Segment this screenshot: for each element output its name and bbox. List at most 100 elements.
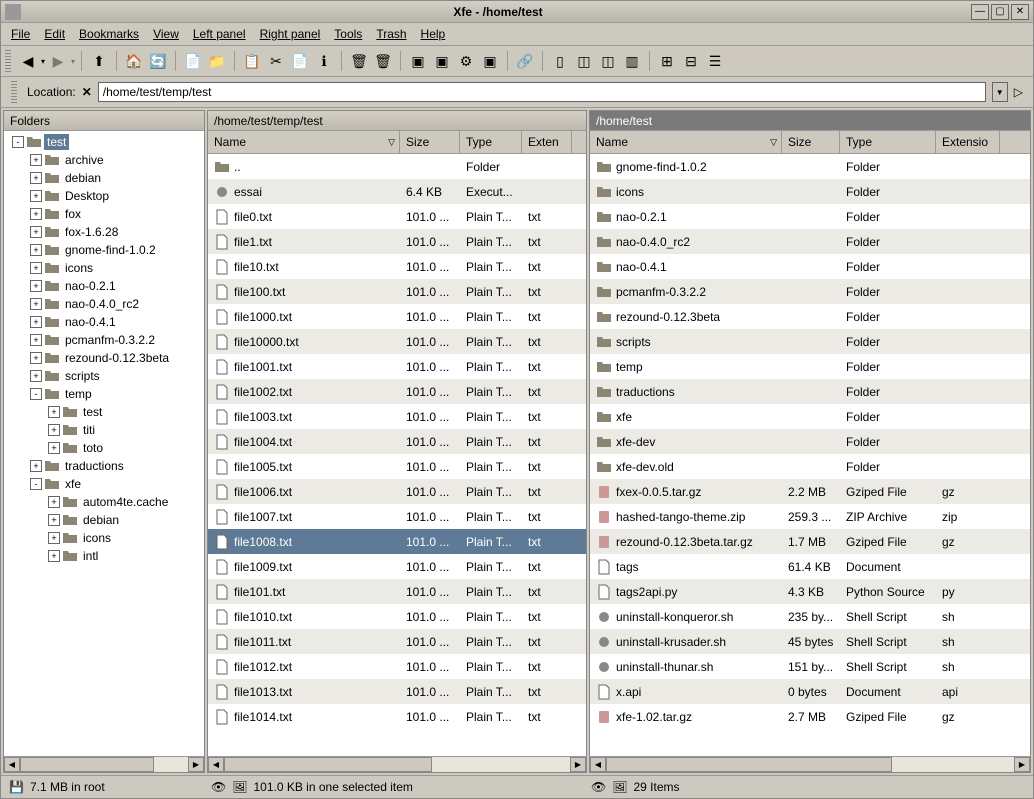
tree-item[interactable]: +icons xyxy=(6,529,202,547)
column-header[interactable]: Type xyxy=(460,131,522,153)
column-header[interactable]: Type xyxy=(840,131,936,153)
left-file-list[interactable]: ..Folderessai6.4 KBExecut...file0.txt101… xyxy=(208,154,586,756)
file-row[interactable]: xfe-devFolder xyxy=(590,429,1030,454)
tree-expander[interactable]: + xyxy=(30,262,42,274)
properties-button[interactable]: ℹ xyxy=(313,50,335,72)
tree-expander[interactable]: + xyxy=(48,496,60,508)
tree-expander[interactable]: + xyxy=(48,406,60,418)
settings-button[interactable]: ⚙ xyxy=(455,50,477,72)
file-row[interactable]: rezound-0.12.3beta.tar.gz1.7 MBGziped Fi… xyxy=(590,529,1030,554)
right-file-list[interactable]: gnome-find-1.0.2FoldericonsFoldernao-0.2… xyxy=(590,154,1030,756)
menu-help[interactable]: Help xyxy=(421,25,446,43)
tree-item[interactable]: +icons xyxy=(6,259,202,277)
location-dropdown-button[interactable]: ▼ xyxy=(992,82,1008,102)
file-row[interactable]: file1013.txt101.0 ...Plain T...txt xyxy=(208,679,586,704)
tree-item[interactable]: +rezound-0.12.3beta xyxy=(6,349,202,367)
restore-button[interactable]: 🗑 xyxy=(372,50,394,72)
run-button[interactable]: ▣ xyxy=(431,50,453,72)
sync-button[interactable]: 🔗 xyxy=(514,50,536,72)
tree-expander[interactable]: + xyxy=(48,424,60,436)
hidden-icon[interactable]: 👁 xyxy=(211,780,226,794)
thumb-icon-r[interactable]: 🖼 xyxy=(612,780,627,794)
tree-item[interactable]: +autom4te.cache xyxy=(6,493,202,511)
right-hscrollbar[interactable]: ◀▶ xyxy=(590,756,1030,772)
file-row[interactable]: pcmanfm-0.3.2.2Folder xyxy=(590,279,1030,304)
file-row[interactable]: xfe-dev.oldFolder xyxy=(590,454,1030,479)
menu-right-panel[interactable]: Right panel xyxy=(260,25,321,43)
view-two-button[interactable]: ◫ xyxy=(597,50,619,72)
file-row[interactable]: file1001.txt101.0 ...Plain T...txt xyxy=(208,354,586,379)
tree-expander[interactable]: + xyxy=(48,442,60,454)
file-row[interactable]: file1011.txt101.0 ...Plain T...txt xyxy=(208,629,586,654)
tree-item[interactable]: +fox xyxy=(6,205,202,223)
file-row[interactable]: iconsFolder xyxy=(590,179,1030,204)
new-file-button[interactable]: 📄 xyxy=(182,50,204,72)
file-row[interactable]: nao-0.2.1Folder xyxy=(590,204,1030,229)
tree-item[interactable]: +scripts xyxy=(6,367,202,385)
paste-button[interactable]: 📄 xyxy=(289,50,311,72)
column-header[interactable]: Size xyxy=(782,131,840,153)
file-row[interactable]: file1007.txt101.0 ...Plain T...txt xyxy=(208,504,586,529)
new-folder-button[interactable]: 📁 xyxy=(206,50,228,72)
tree-item[interactable]: +debian xyxy=(6,169,202,187)
tree-expander[interactable]: + xyxy=(30,280,42,292)
tree-expander[interactable]: + xyxy=(48,550,60,562)
tree-expander[interactable]: + xyxy=(30,334,42,346)
menu-tools[interactable]: Tools xyxy=(334,25,362,43)
tree-expander[interactable]: + xyxy=(30,190,42,202)
tree-item[interactable]: +test xyxy=(6,403,202,421)
menu-view[interactable]: View xyxy=(153,25,179,43)
menu-trash[interactable]: Trash xyxy=(376,25,406,43)
file-row[interactable]: rezound-0.12.3betaFolder xyxy=(590,304,1030,329)
file-row[interactable]: file1003.txt101.0 ...Plain T...txt xyxy=(208,404,586,429)
file-row[interactable]: file1006.txt101.0 ...Plain T...txt xyxy=(208,479,586,504)
tree-expander[interactable]: + xyxy=(30,244,42,256)
file-row[interactable]: file10.txt101.0 ...Plain T...txt xyxy=(208,254,586,279)
file-row[interactable]: file101.txt101.0 ...Plain T...txt xyxy=(208,579,586,604)
file-row[interactable]: uninstall-konqueror.sh235 by...Shell Scr… xyxy=(590,604,1030,629)
left-hscrollbar[interactable]: ◀▶ xyxy=(208,756,586,772)
tree-item[interactable]: +Desktop xyxy=(6,187,202,205)
file-row[interactable]: file1000.txt101.0 ...Plain T...txt xyxy=(208,304,586,329)
tree-expander[interactable]: + xyxy=(30,298,42,310)
tree-expander[interactable]: + xyxy=(30,208,42,220)
file-row[interactable]: file1012.txt101.0 ...Plain T...txt xyxy=(208,654,586,679)
tree-item[interactable]: +debian xyxy=(6,511,202,529)
menu-file[interactable]: File xyxy=(11,25,30,43)
file-row[interactable]: file1005.txt101.0 ...Plain T...txt xyxy=(208,454,586,479)
tree-item[interactable]: -xfe xyxy=(6,475,202,493)
tree-expander[interactable]: + xyxy=(30,352,42,364)
tree-item[interactable]: +titi xyxy=(6,421,202,439)
file-row[interactable]: scriptsFolder xyxy=(590,329,1030,354)
file-row[interactable]: nao-0.4.1Folder xyxy=(590,254,1030,279)
minimize-button[interactable]: — xyxy=(971,4,989,20)
hidden-icon-r[interactable]: 👁 xyxy=(591,780,606,794)
folder-tree[interactable]: -test+archive+debian+Desktop+fox+fox-1.6… xyxy=(4,131,204,756)
tree-item[interactable]: +toto xyxy=(6,439,202,457)
column-header[interactable]: Name▽ xyxy=(208,131,400,153)
list-view-button[interactable]: ☰ xyxy=(704,50,726,72)
refresh-button[interactable]: 🔄 xyxy=(147,50,169,72)
file-row[interactable]: file1009.txt101.0 ...Plain T...txt xyxy=(208,554,586,579)
file-row[interactable]: essai6.4 KBExecut... xyxy=(208,179,586,204)
tree-item[interactable]: +archive xyxy=(6,151,202,169)
file-row[interactable]: file1004.txt101.0 ...Plain T...txt xyxy=(208,429,586,454)
thumb-icon[interactable]: 🖼 xyxy=(232,780,247,794)
tree-hscrollbar[interactable]: ◀▶ xyxy=(4,756,204,772)
tree-item[interactable]: +nao-0.2.1 xyxy=(6,277,202,295)
column-header[interactable]: Extensio xyxy=(936,131,1000,153)
file-row[interactable]: file1002.txt101.0 ...Plain T...txt xyxy=(208,379,586,404)
tree-expander[interactable]: + xyxy=(30,226,42,238)
tree-item[interactable]: +fox-1.6.28 xyxy=(6,223,202,241)
tree-item[interactable]: -temp xyxy=(6,385,202,403)
tree-item[interactable]: +nao-0.4.1 xyxy=(6,313,202,331)
file-row[interactable]: file0.txt101.0 ...Plain T...txt xyxy=(208,204,586,229)
tree-item[interactable]: +pcmanfm-0.3.2.2 xyxy=(6,331,202,349)
file-row[interactable]: gnome-find-1.0.2Folder xyxy=(590,154,1030,179)
column-header[interactable]: Name▽ xyxy=(590,131,782,153)
close-button[interactable]: ✕ xyxy=(1011,4,1029,20)
forward-button[interactable]: ▶ xyxy=(47,50,69,72)
file-row[interactable]: file1014.txt101.0 ...Plain T...txt xyxy=(208,704,586,729)
file-row[interactable]: x.api0 bytesDocumentapi xyxy=(590,679,1030,704)
big-icons-button[interactable]: ⊞ xyxy=(656,50,678,72)
